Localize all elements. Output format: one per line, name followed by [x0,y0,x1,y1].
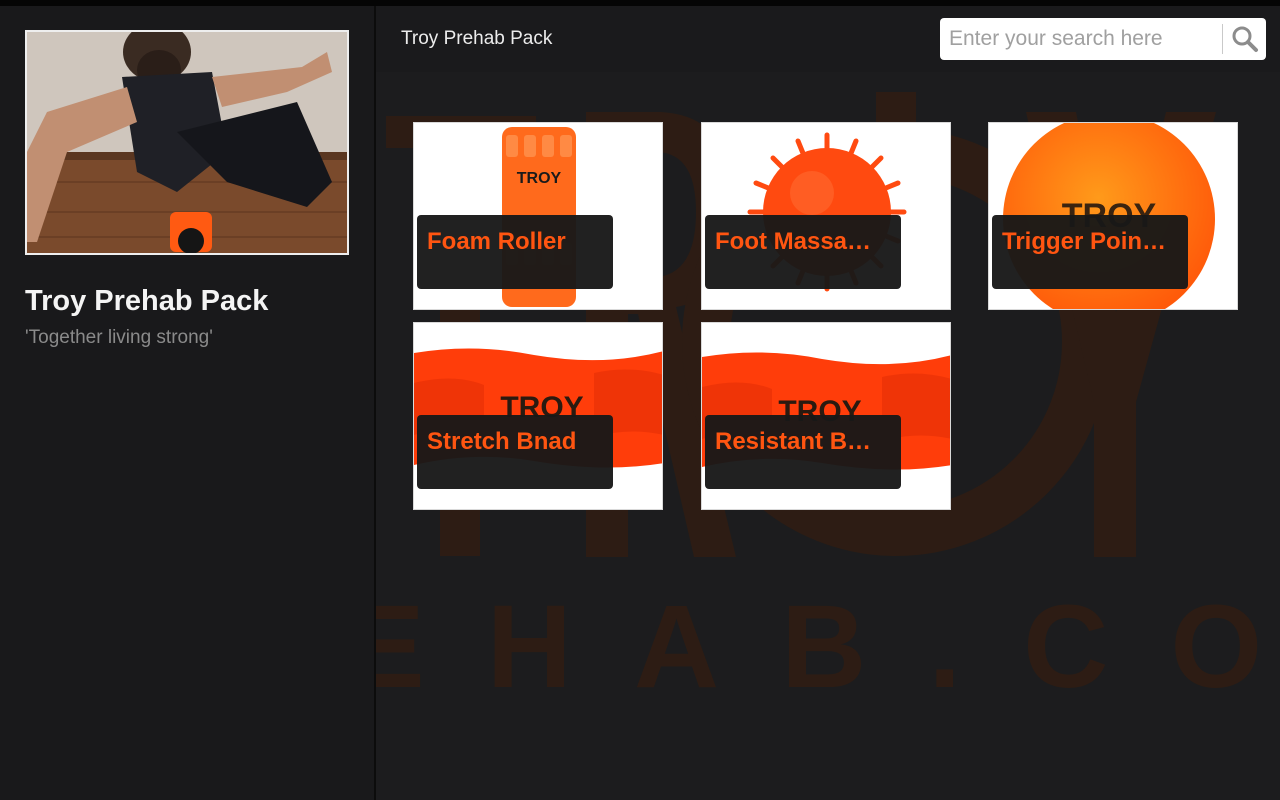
foam-roller-logo: TROY [517,170,562,187]
product-tile-stretch-band[interactable]: TROY Stretch Bnad [413,322,663,510]
search-input[interactable] [940,18,1220,60]
product-tile-foam-roller[interactable]: TROY Foam Roller [413,122,663,310]
profile-title: Troy Prehab Pack [25,285,269,317]
search-button[interactable] [1223,18,1266,60]
sidebar: Troy Prehab Pack 'Together living strong… [0,6,376,800]
profile-photo [25,30,349,255]
profile-tagline: 'Together living strong' [25,327,213,348]
search-icon [1232,26,1258,52]
search-box [940,18,1266,60]
product-label: Foot Massa… [705,215,901,289]
header-bar: Troy Prehab Pack [376,6,1280,72]
product-label: Stretch Bnad [417,415,613,489]
product-label: Resistant B… [705,415,901,489]
watermark-text: EHAB.COM [376,581,1280,713]
product-label: Foam Roller [417,215,613,289]
product-label: Trigger Poin… [992,215,1188,289]
product-tile-foot-massager[interactable]: Foot Massa… [701,122,951,310]
header-title: Troy Prehab Pack [401,28,553,49]
product-tile-trigger-point[interactable]: TROY Trigger Poin… [988,122,1238,310]
product-tile-resistant-band[interactable]: TROY Resistant B… [701,322,951,510]
main-content: EHAB.COM Troy Prehab Pack [376,6,1280,800]
